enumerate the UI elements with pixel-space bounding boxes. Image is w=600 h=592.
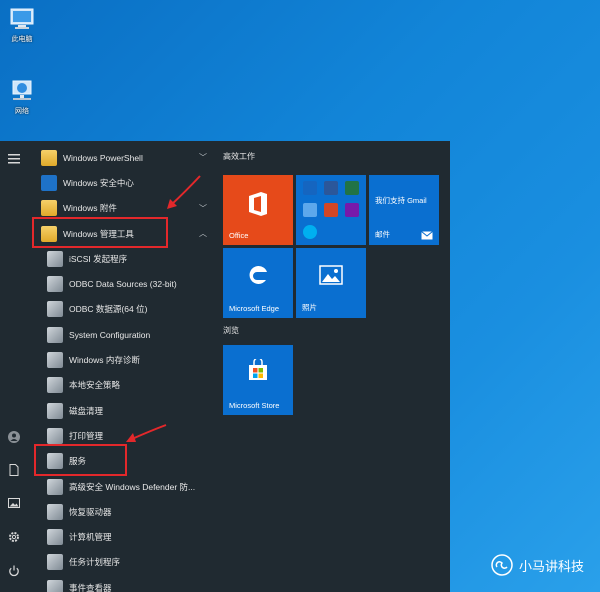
tile-label: Microsoft Edge [229,304,280,313]
app-list-item-label: 任务计划程序 [69,557,121,568]
disk-cleanup-icon [47,402,63,419]
security-policy-icon [47,377,63,394]
pictures-icon[interactable] [4,493,24,513]
folder-icon [41,149,57,166]
desktop-icon-network[interactable]: 网络 [2,80,42,116]
app-list-item[interactable]: ODBC Data Sources (32-bit) [35,271,215,296]
iscsi-icon [47,250,63,267]
app-list-item[interactable]: 磁盘清理 [35,398,215,423]
app-list-item-label: 事件查看器 [69,582,112,592]
tile-edge[interactable]: Microsoft Edge [223,248,293,318]
power-icon[interactable] [4,561,24,581]
desktop-icon-label: 网络 [15,108,29,115]
red-arrow-icon [167,175,201,209]
event-viewer-icon [47,579,63,592]
start-menu-rail [0,141,28,592]
odbc-icon [47,276,63,293]
skype-icon [303,225,317,239]
app-list-item-label: Windows 附件 [63,203,117,214]
app-list-item-label: 恢复驱动器 [69,506,112,517]
store-bag-icon [249,359,267,380]
print-management-icon [47,427,63,444]
tile-microsoft-store[interactable]: Microsoft Store [223,345,293,415]
app-list-item-label: 磁盘清理 [69,405,104,416]
memory-diagnostic-icon [47,352,63,369]
expand-chevron-icon[interactable]: ︿ [199,228,207,239]
app-list-item[interactable]: ODBC 数据源(64 位) [35,297,215,322]
app-list-item-label: Windows 内存诊断 [69,355,140,366]
onedrive-icon [303,203,317,217]
app-list-item[interactable]: 恢复驱动器 [35,499,215,524]
tile-label: Microsoft Store [229,401,280,410]
watermark: 小马讲科技 [491,552,584,578]
app-list-item[interactable]: 本地安全策略 [35,373,215,398]
photos-icon [319,265,343,285]
outlook-icon [303,181,317,195]
tile-photos[interactable]: 照片 [296,248,366,318]
user-avatar-icon[interactable] [4,427,24,447]
task-scheduler-icon [47,554,63,571]
wechat-channel-icon [491,554,513,576]
office-logo-icon [249,192,267,216]
app-list-item[interactable]: 计算机管理 [35,524,215,549]
tile-office[interactable]: Office [223,175,293,245]
tile-group-title: 高效工作 [223,152,255,161]
firewall-icon [47,478,63,495]
tile-label: Office [229,231,249,240]
app-list-item-label: 计算机管理 [69,532,112,543]
tile-label: 邮件 [375,230,390,239]
app-list-item-label: ODBC Data Sources (32-bit) [69,279,177,290]
excel-icon [345,181,359,195]
tile-mail[interactable]: 我们支持 Gmail 邮件 [369,175,439,245]
tile-label: 照片 [302,303,317,312]
app-list-item[interactable]: 高级安全 Windows Defender 防... [35,474,215,499]
highlight-box-services [34,444,127,476]
computer-icon [9,8,35,30]
hamburger-menu-icon[interactable] [4,149,24,169]
app-list-item-label: System Configuration [69,329,151,340]
desktop-icon-this-pc[interactable]: 此电脑 [2,8,42,44]
tile-office-apps[interactable] [296,175,366,245]
shield-icon [41,174,57,191]
red-arrow-icon [126,424,167,442]
expand-chevron-icon[interactable]: ﹀ [199,152,207,163]
app-list-item-label: 高级安全 Windows Defender 防... [69,481,196,492]
app-list-item-label: iSCSI 发起程序 [69,253,128,264]
app-list-item[interactable]: iSCSI 发起程序 [35,246,215,271]
app-list-item[interactable]: Windows PowerShell ﹀ [35,145,215,170]
app-list-item-label: 打印管理 [69,430,104,441]
gmail-support-text: 我们支持 Gmail [375,196,427,205]
computer-management-icon [47,529,63,546]
edge-logo-icon [249,265,267,284]
odbc-icon [47,301,63,318]
settings-icon[interactable] [4,527,24,547]
tile-group-title: 浏览 [223,326,239,335]
app-list-item[interactable]: 事件查看器 [35,575,215,592]
desktop-icon-label: 此电脑 [11,36,33,43]
documents-icon[interactable] [4,460,24,480]
word-icon [324,181,338,195]
app-list-item[interactable]: System Configuration [35,322,215,347]
mail-icon [421,231,433,240]
watermark-text: 小马讲科技 [518,559,584,575]
app-list-item-label: 本地安全策略 [69,380,121,391]
app-list-item[interactable]: Windows 内存诊断 [35,347,215,372]
network-icon [9,80,35,102]
onenote-icon [345,203,359,217]
start-menu: Windows PowerShell ﹀ Windows 安全中心 Windows 附… [0,141,450,592]
app-list-item-label: Windows PowerShell [63,152,143,163]
app-list-item-label: ODBC 数据源(64 位) [69,304,148,315]
recovery-drive-icon [47,503,63,520]
powerpoint-icon [324,203,338,217]
highlight-box-admin-tools [32,217,168,248]
app-list-item-label: Windows 安全中心 [63,177,134,188]
system-config-icon [47,326,63,343]
app-list-item[interactable]: 任务计划程序 [35,550,215,575]
folder-icon [41,200,57,217]
tiles-area: 高效工作 Office 我们支持 Gmail 邮件 Microsoft Edge… [223,151,443,415]
